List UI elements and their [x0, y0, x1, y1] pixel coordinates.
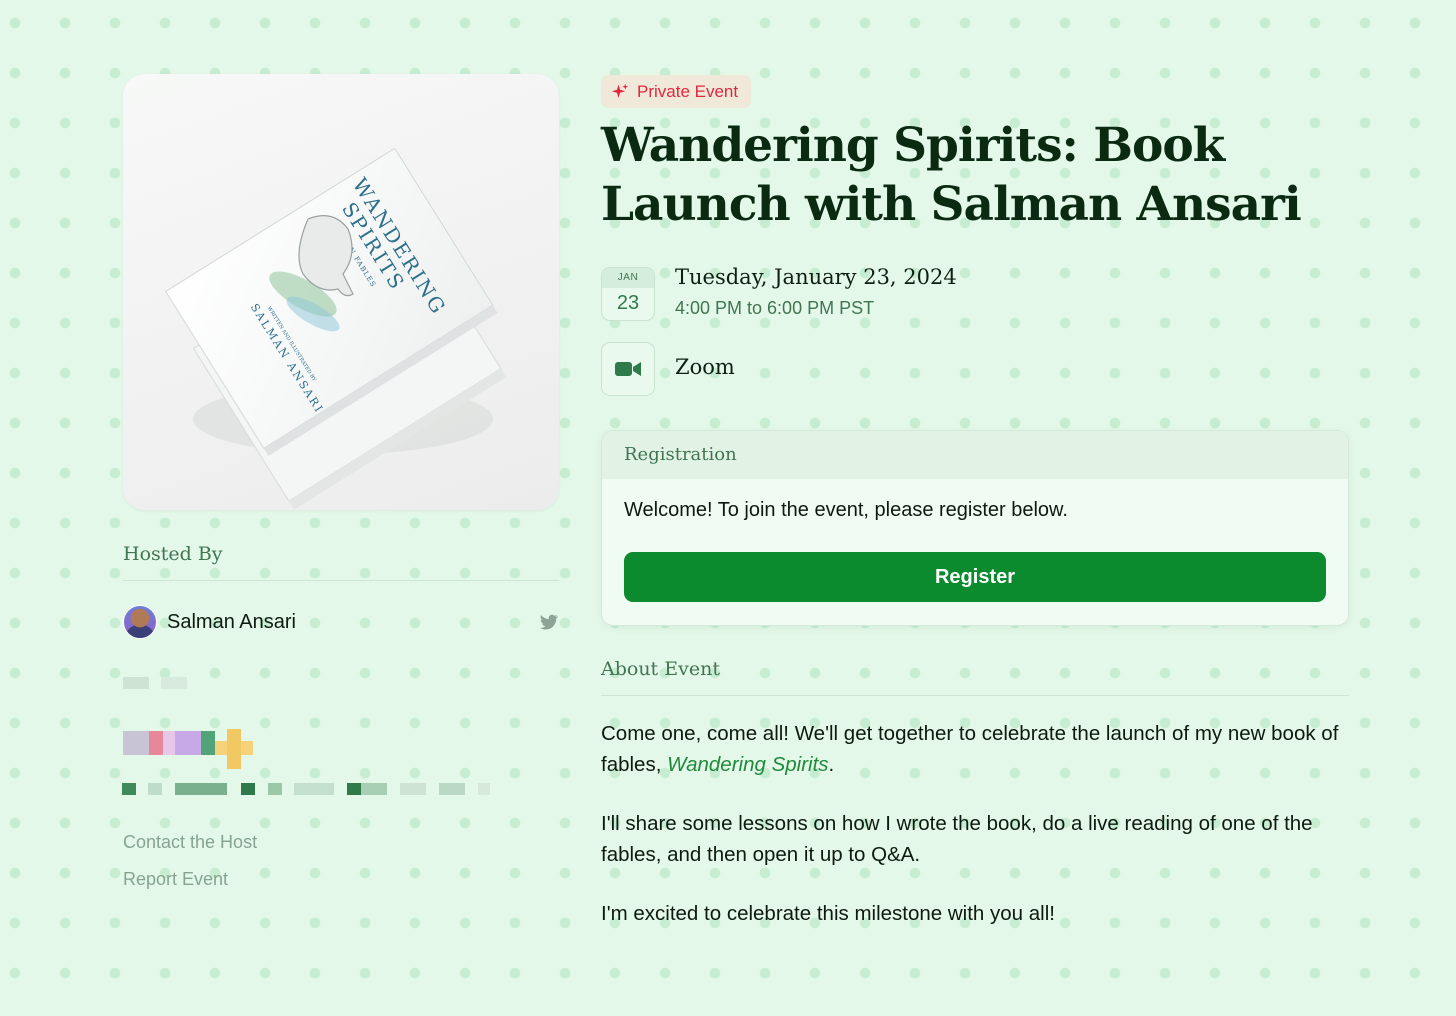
book-illustration: WANDERING SPIRITS MODERN FABLES WRITTEN …	[165, 147, 507, 510]
about-paragraph-2: I'll share some lessons on how I wrote t…	[601, 812, 1313, 866]
sparkle-icon	[611, 83, 629, 98]
about-paragraph-1: Come one, come all! We'll get together t…	[601, 718, 1361, 780]
event-title: Wandering Spirits: Book Launch with Salm…	[601, 118, 1302, 232]
event-time: 4:00 PM to 6:00 PM PST	[675, 298, 875, 318]
contact-host-link[interactable]: Contact the Host	[123, 832, 257, 853]
registration-card: Registration Welcome! To join the event,…	[601, 430, 1349, 626]
calendar-icon: JAN 23	[601, 267, 655, 321]
hosted-by-label: Hosted By	[123, 543, 223, 565]
about-text: .	[828, 753, 835, 776]
location-icon-box	[601, 342, 655, 396]
badge-label: Private Event	[637, 81, 739, 101]
event-location[interactable]: Zoom	[675, 355, 735, 379]
divider	[123, 580, 559, 581]
video-camera-icon	[615, 362, 641, 376]
calendar-month: JAN	[602, 268, 654, 288]
report-event-link[interactable]: Report Event	[123, 869, 228, 890]
book-title-link[interactable]: Wandering Spirits	[667, 753, 828, 776]
twitter-icon[interactable]	[537, 611, 559, 633]
host-avatar	[123, 605, 157, 639]
host-name: Salman Ansari	[167, 610, 296, 633]
divider	[601, 695, 1349, 696]
about-paragraph-3: I'm excited to celebrate this milestone …	[601, 902, 1055, 925]
about-event-label: About Event	[601, 658, 720, 680]
private-event-badge: Private Event	[601, 75, 752, 108]
register-button[interactable]: Register	[624, 552, 1326, 602]
registration-message: Welcome! To join the event, please regis…	[624, 499, 1068, 521]
host-row[interactable]: Salman Ansari	[123, 604, 559, 640]
event-cover-image: WANDERING SPIRITS MODERN FABLES WRITTEN …	[123, 74, 559, 510]
registration-header: Registration	[602, 431, 1348, 479]
calendar-day: 23	[616, 292, 640, 314]
event-date: Tuesday, January 23, 2024	[675, 265, 957, 289]
